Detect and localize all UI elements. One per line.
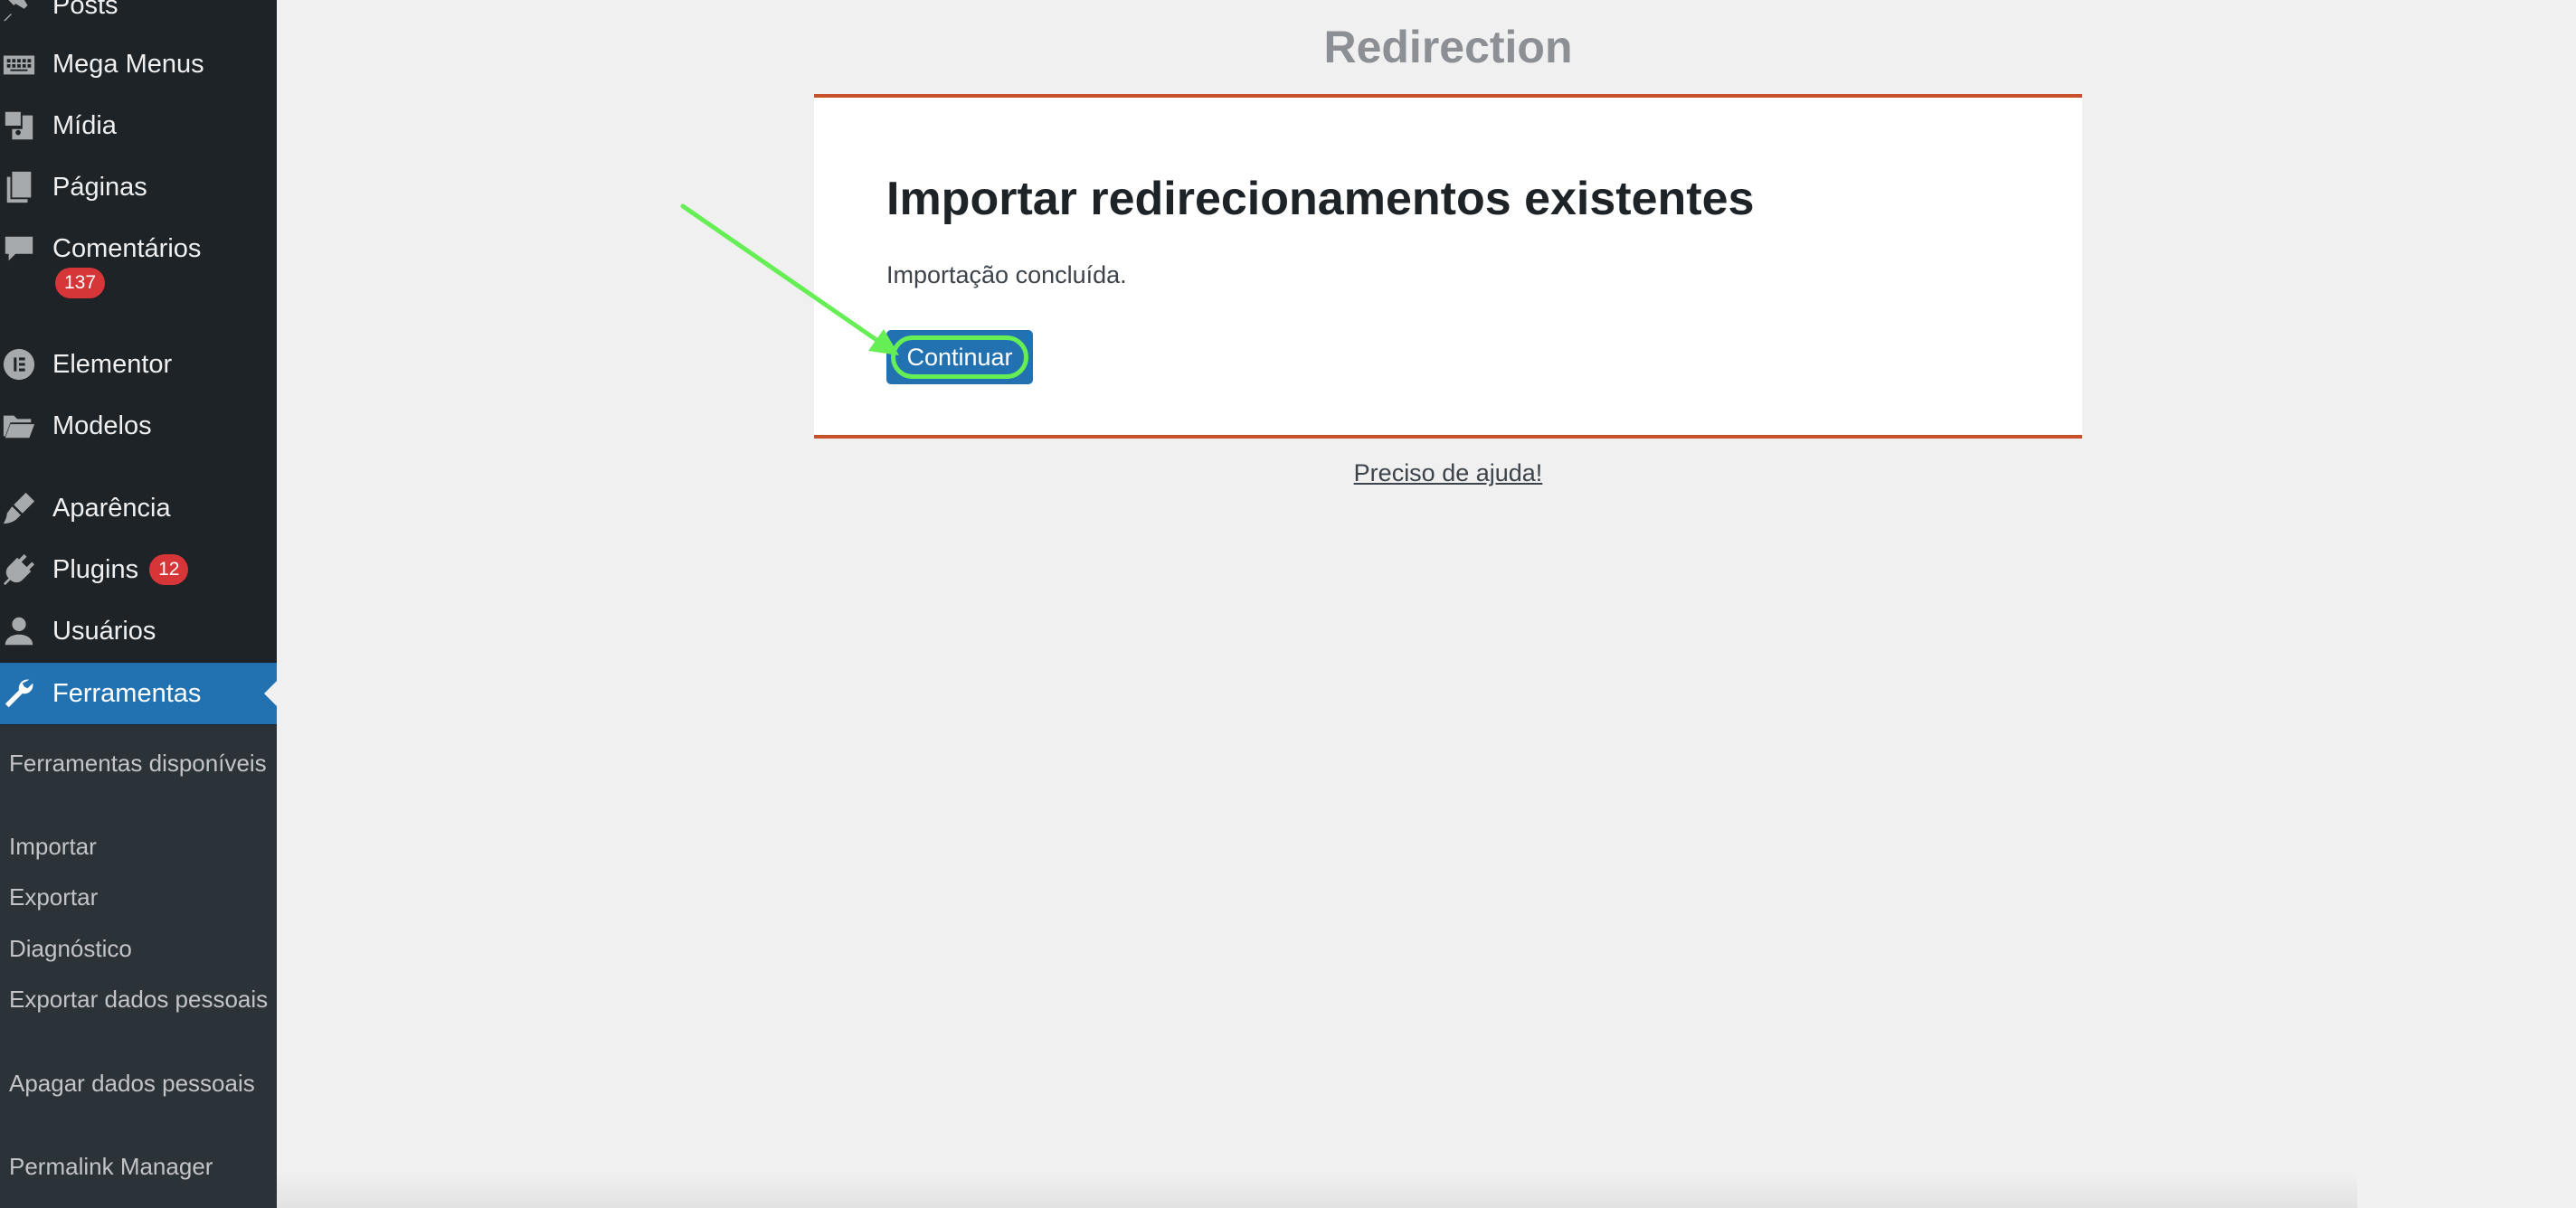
sidebar-item-label: Elementor [52, 349, 173, 379]
submenu-item-diagnostico[interactable]: Diagnóstico [9, 932, 271, 965]
pages-icon [0, 156, 52, 218]
sidebar-item-label: Modelos [52, 411, 152, 440]
sidebar-item-plugins[interactable]: Plugins 12 [0, 539, 277, 600]
sidebar-item-label: Comentários [52, 233, 202, 263]
import-card: Importar redirecionamentos existentes Im… [814, 94, 2082, 439]
sidebar-item-label: Posts [52, 0, 118, 20]
card-heading: Importar redirecionamentos existentes [886, 173, 1755, 225]
sidebar-item-midia[interactable]: Mídia [0, 95, 277, 156]
plug-icon [0, 539, 52, 600]
tools-submenu: Ferramentas disponíveis Importar Exporta… [0, 725, 277, 1208]
submenu-item-exportar[interactable]: Exportar [9, 881, 271, 913]
comment-icon [0, 218, 52, 279]
folder-icon [0, 395, 52, 457]
help-link[interactable]: Preciso de ajuda! [1354, 459, 1543, 486]
user-icon [0, 600, 52, 662]
submenu-item-apagar-dados-pessoais[interactable]: Apagar dados pessoais [9, 1067, 271, 1099]
sidebar-item-aparencia[interactable]: Aparência [0, 477, 277, 539]
sidebar-item-paginas[interactable]: Páginas [0, 156, 277, 218]
sidebar-item-label: Mídia [52, 110, 117, 140]
bottom-shadow [277, 1172, 2357, 1208]
help-link-container: Preciso de ajuda! [814, 457, 2082, 489]
submenu-item-importar[interactable]: Importar [9, 830, 271, 863]
submenu-item-ferramentas-disponiveis[interactable]: Ferramentas disponíveis [9, 747, 271, 779]
sidebar-item-label: Plugins [52, 554, 139, 584]
sidebar-item-elementor[interactable]: Elementor [0, 334, 277, 395]
sidebar-item-label: Páginas [52, 172, 147, 202]
sidebar-item-usuarios[interactable]: Usuários [0, 600, 277, 662]
comments-count-badge: 137 [55, 268, 106, 298]
continue-button-label: Continuar [891, 335, 1028, 379]
sidebar-item-label: Ferramentas [52, 678, 202, 708]
sidebar-item-label: Mega Menus [52, 49, 204, 79]
plugins-update-badge: 12 [149, 554, 189, 585]
sidebar-item-comentarios[interactable]: Comentários [0, 218, 277, 279]
sidebar-item-mega-menus[interactable]: Mega Menus [0, 33, 277, 95]
keyboard-icon [0, 33, 52, 95]
submenu-item-permalink-manager[interactable]: Permalink Manager [9, 1150, 271, 1183]
media-icon [0, 95, 52, 156]
brush-icon [0, 477, 52, 539]
pin-icon [0, 0, 52, 36]
continue-button[interactable]: Continuar [886, 330, 1033, 384]
sidebar-item-posts[interactable]: Posts [0, 0, 277, 36]
sidebar-item-label: Aparência [52, 493, 171, 523]
wrench-icon [0, 663, 52, 724]
admin-sidebar: Posts Mega Menus Mídia Páginas Comentári… [0, 0, 277, 1208]
sidebar-item-modelos[interactable]: Modelos [0, 395, 277, 457]
submenu-item-exportar-dados-pessoais[interactable]: Exportar dados pessoais [9, 983, 271, 1015]
sidebar-item-label: Usuários [52, 616, 156, 646]
import-status-message: Importação concluída. [886, 261, 1127, 288]
page-title: Redirection [1323, 22, 1573, 72]
elementor-icon [0, 334, 52, 395]
sidebar-item-ferramentas[interactable]: Ferramentas [0, 663, 277, 724]
